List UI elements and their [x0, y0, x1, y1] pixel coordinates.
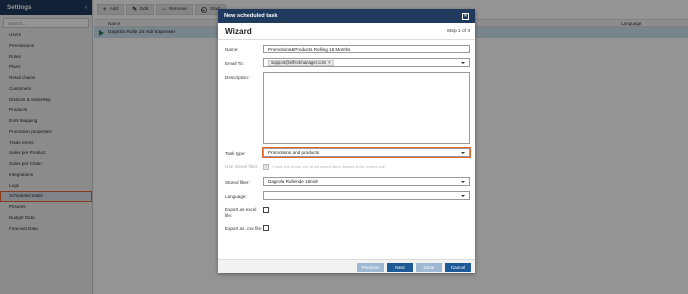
chevron-down-icon[interactable] — [461, 61, 465, 64]
dialog-title: New scheduled task — [224, 13, 278, 19]
next-button[interactable]: Next — [387, 262, 413, 272]
email-to-select[interactable]: support@effectmanager.com × — [263, 58, 470, 67]
description-label: Description: — [225, 75, 250, 80]
name-input-value: Promotions&Products Rolling 18 Months — [268, 46, 351, 52]
dialog-header: New scheduled task ✕ — [218, 9, 475, 23]
close-icon[interactable]: ✕ — [462, 12, 469, 20]
email-to-label: Email To: — [225, 61, 244, 66]
stored-filter-label: Stored filter: — [225, 180, 250, 185]
email-tag: support@effectmanager.com × — [268, 59, 334, 66]
step-indicator: Step 1 of 3 — [446, 28, 470, 34]
use-stored-filter-checkbox[interactable] — [263, 164, 269, 170]
language-label: Language: — [225, 194, 247, 199]
description-textarea[interactable] — [263, 72, 470, 144]
stored-filter-value: Dagrofa Rullende 18mdr — [268, 179, 319, 184]
use-stored-filter-label: Use stored filter: — [225, 164, 259, 169]
cancel-button[interactable]: Cancel — [445, 262, 471, 272]
previous-button[interactable]: Previous — [357, 262, 384, 272]
new-scheduled-task-dialog: New scheduled task ✕ Wizard Step 1 of 3 … — [218, 9, 475, 273]
task-type-value: Promotions and products — [268, 150, 320, 155]
dialog-footer: Previous Next Done Cancel — [218, 259, 475, 273]
stored-filter-select[interactable]: Dagrofa Rullende 18mdr — [263, 177, 470, 186]
export-excel-label: Export as excel file: — [225, 207, 257, 218]
task-type-label: Task type: — [225, 151, 246, 156]
done-button[interactable]: Done — [416, 262, 442, 272]
export-excel-checkbox[interactable] — [263, 207, 269, 213]
task-type-select[interactable]: Promotions and products — [261, 146, 472, 159]
wizard-title: Wizard — [225, 26, 252, 36]
export-csv-checkbox[interactable] — [263, 225, 269, 231]
chevron-down-icon[interactable] — [461, 151, 465, 154]
chevron-down-icon[interactable] — [461, 194, 465, 197]
language-select[interactable] — [263, 191, 470, 200]
name-label: Name: — [225, 47, 239, 52]
remove-tag-icon[interactable]: × — [328, 60, 331, 65]
email-tag-label: support@effectmanager.com — [271, 60, 327, 65]
export-csv-label: Export as .csv file: — [225, 226, 263, 231]
wizard-header: Wizard Step 1 of 3 — [218, 23, 475, 40]
chevron-down-icon[interactable] — [461, 180, 465, 183]
use-stored-filter-hint: Check this to use one of the stored filt… — [272, 165, 385, 169]
name-input[interactable]: Promotions&Products Rolling 18 Months — [263, 45, 470, 53]
